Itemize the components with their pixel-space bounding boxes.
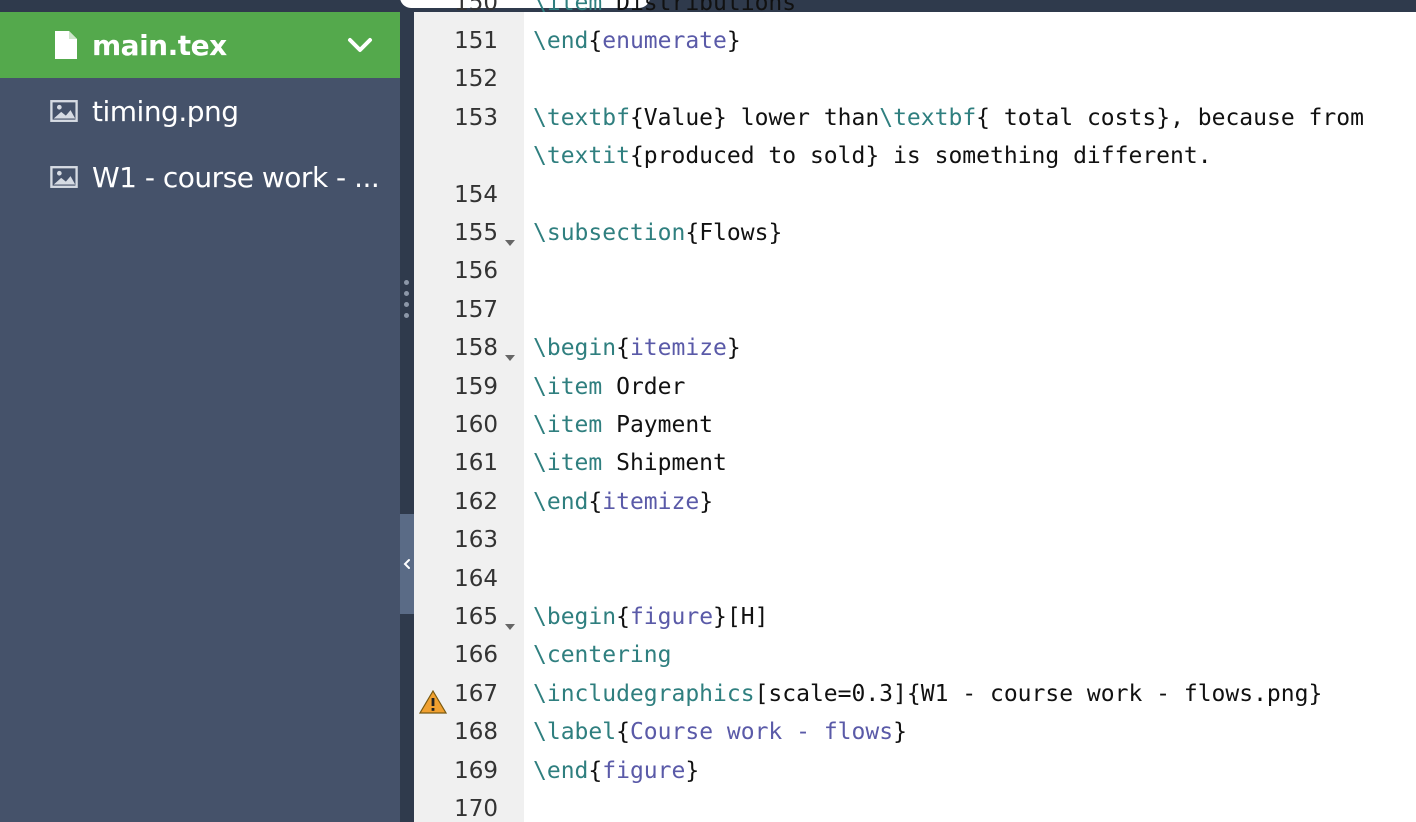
line-number: 158 [454,335,498,362]
code-line[interactable]: \centering [533,642,671,668]
fold-toggle-icon[interactable] [505,355,515,362]
pane-divider[interactable] [400,12,414,822]
code-line[interactable]: \item Distributions [533,0,796,16]
warning-icon[interactable] [419,689,447,714]
file-icon [52,31,80,59]
code-line[interactable]: \label{Course work - flows} [533,719,907,745]
line-number: 156 [454,258,498,285]
chevron-down-icon[interactable] [346,31,374,59]
collapse-sidebar-button[interactable] [400,514,414,614]
line-number: 157 [454,296,498,323]
code-line-wrapped[interactable]: \textit{produced to sold} is something d… [533,143,1212,169]
line-number: 154 [454,181,498,208]
code-line[interactable]: \end{itemize} [533,489,713,515]
image-icon [50,97,78,125]
line-number: 151 [454,28,498,54]
line-number: 159 [454,373,498,400]
code-line[interactable]: \begin{itemize} [533,335,741,361]
line-number: 166 [454,642,498,669]
chevron-left-icon [403,559,410,569]
file-item-w1-course-work[interactable]: W1 - course work - ... [0,144,400,210]
line-number: 161 [454,450,498,477]
line-number: 150 [454,0,498,16]
code-line[interactable]: \item Payment [533,412,713,438]
code-line[interactable]: \end{figure} [533,758,699,784]
code-line[interactable]: \includegraphics[scale=0.3]{W1 - course … [533,681,1322,707]
code-line[interactable]: \end{enumerate} [533,28,741,54]
resize-handle-icon[interactable] [404,280,410,322]
line-number: 169 [454,757,498,784]
fold-toggle-icon[interactable] [505,240,515,246]
code-line[interactable]: \item Order [533,374,685,400]
line-number: 153 [454,104,498,131]
file-item-main-tex[interactable]: main.tex [0,12,400,78]
file-label: timing.png [92,94,239,128]
line-number: 162 [454,488,498,515]
line-number: 170 [454,796,498,822]
line-number: 163 [454,527,498,554]
line-number: 155 [454,220,498,246]
line-number: 168 [454,719,498,746]
code-line[interactable]: \textbf{Value} lower than\textbf{ total … [533,105,1364,131]
line-number: 165 [454,604,498,630]
image-icon [50,163,78,191]
line-number: 164 [454,565,498,592]
line-number: 152 [454,66,498,93]
file-label: main.tex [92,28,227,62]
line-number: 160 [454,412,498,438]
code-line[interactable]: \begin{figure}[H] [533,604,768,630]
file-label: W1 - course work - ... [92,160,380,194]
file-tree-sidebar: main.tex timing.png W1 - course work - .… [0,12,400,822]
file-item-timing-png[interactable]: timing.png [0,78,400,144]
code-line[interactable]: \item Shipment [533,450,727,476]
code-line[interactable]: \subsection{Flows} [533,220,782,246]
fold-toggle-icon[interactable] [505,624,515,630]
